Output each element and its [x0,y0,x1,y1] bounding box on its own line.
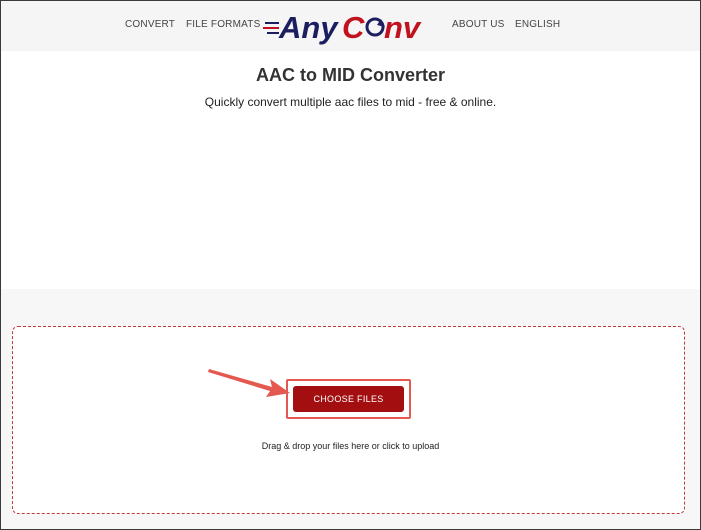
nav-convert-link[interactable]: CONVERT [125,19,175,30]
page-frame: CONVERT FILE FORMATS Any C nv ABOUT US E… [0,0,701,530]
nav-language-link[interactable]: ENGLISH [515,19,560,30]
nav-file-formats-link[interactable]: FILE FORMATS [186,19,260,30]
anyconv-logo[interactable]: Any C nv [263,7,429,47]
logo-refresh-icon [365,17,385,37]
logo-text-any: Any [278,10,339,45]
logo-text-c: C [342,10,365,45]
choose-files-button[interactable]: CHOOSE FILES [293,386,404,412]
logo-text-nv: nv [384,10,422,45]
annotation-arrow-icon [208,369,290,397]
file-dropzone[interactable] [12,326,685,514]
dropzone-hint-text: Drag & drop your files here or click to … [261,441,440,451]
nav-about-us-link[interactable]: ABOUT US [452,19,505,30]
page-subtitle: Quickly convert multiple aac files to mi… [204,95,497,109]
logo-speed-lines [263,22,279,34]
top-navbar: CONVERT FILE FORMATS Any C nv ABOUT US E… [1,1,700,51]
page-title: AAC to MID Converter [255,65,445,85]
